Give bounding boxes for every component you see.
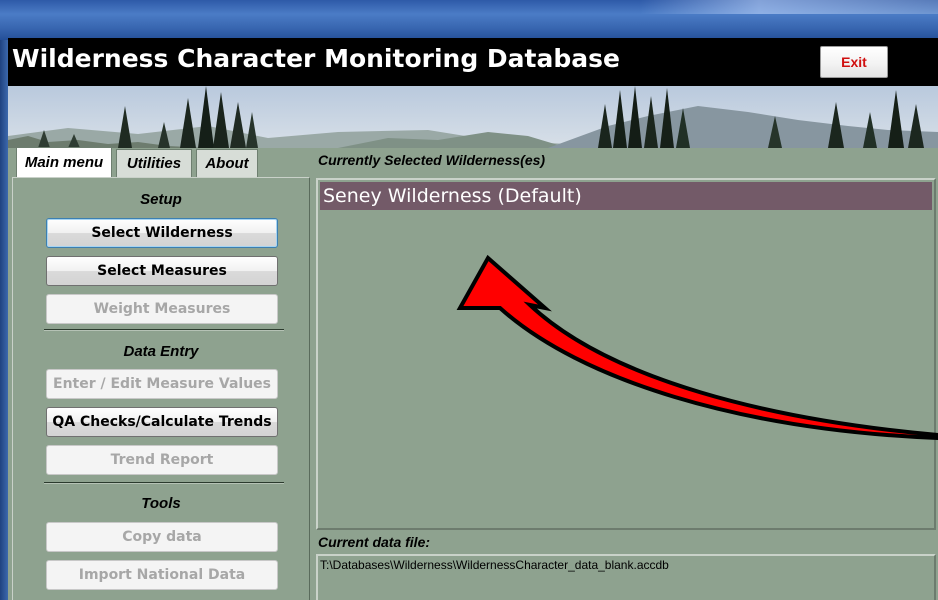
setup-divider — [44, 329, 284, 331]
app-title: Wilderness Character Monitoring Database — [12, 44, 620, 73]
data-entry-heading: Data Entry — [123, 343, 199, 360]
qa-checks-button[interactable]: QA Checks/Calculate Trends — [46, 407, 278, 437]
window-frame-top — [0, 0, 938, 40]
annotation-arrow-icon — [456, 254, 938, 441]
landscape-illustration — [8, 86, 938, 148]
data-file-path: T:\Databases\Wilderness\WildernessCharac… — [320, 558, 669, 572]
trend-report-button[interactable]: Trend Report — [46, 445, 278, 475]
data-file-box: T:\Databases\Wilderness\WildernessCharac… — [316, 554, 936, 600]
copy-data-button[interactable]: Copy data — [46, 522, 278, 552]
selected-wilderness-label: Currently Selected Wilderness(es) — [318, 152, 546, 168]
app-header: Wilderness Character Monitoring Database… — [8, 38, 938, 86]
tab-about[interactable]: About — [196, 149, 258, 177]
tools-heading: Tools — [141, 495, 181, 512]
current-data-file-label: Current data file: — [318, 534, 431, 550]
window-frame-left — [0, 40, 8, 600]
select-measures-button[interactable]: Select Measures — [46, 256, 278, 286]
frame-glare — [640, 0, 938, 14]
import-national-data-button[interactable]: Import National Data — [46, 560, 278, 590]
landscape-banner-image — [8, 86, 938, 148]
weight-measures-button[interactable]: Weight Measures — [46, 294, 278, 324]
tab-main-menu[interactable]: Main menu — [16, 147, 112, 177]
exit-button[interactable]: Exit — [820, 46, 888, 78]
tab-utilities[interactable]: Utilities — [116, 149, 192, 177]
select-wilderness-button[interactable]: Select Wilderness — [46, 218, 278, 248]
enter-edit-values-button[interactable]: Enter / Edit Measure Values — [46, 369, 278, 399]
data-entry-divider — [44, 482, 284, 484]
list-item[interactable]: Seney Wilderness (Default) — [320, 182, 932, 210]
setup-heading: Setup — [140, 191, 182, 208]
